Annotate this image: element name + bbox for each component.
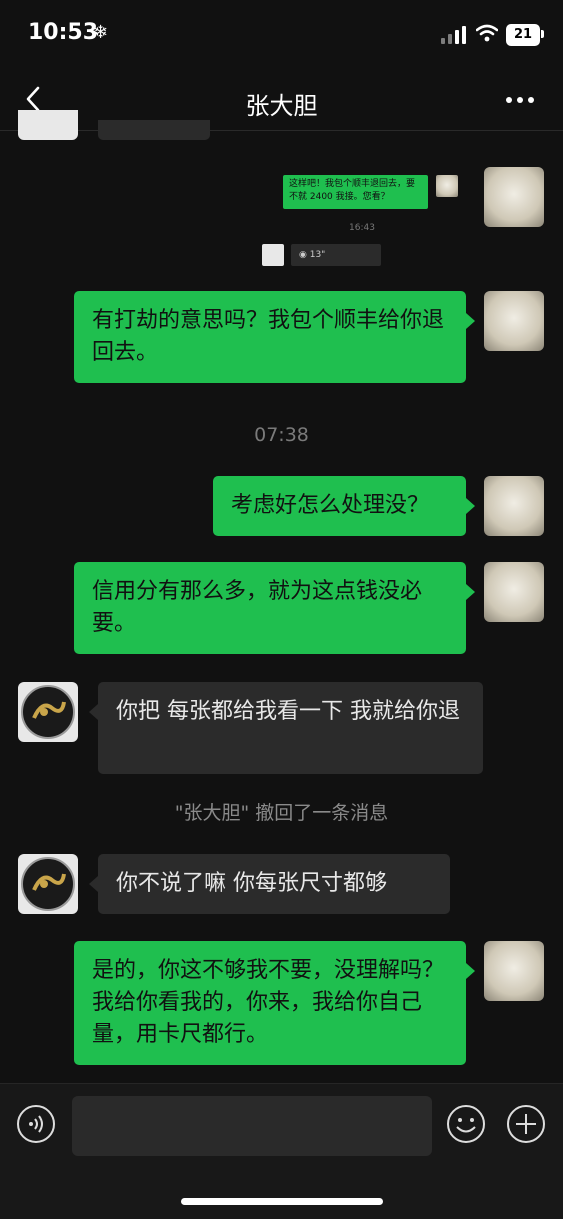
bubble-tail: [466, 313, 475, 329]
message-text: 你把 每张都给我看一下 我就给你退: [116, 699, 460, 724]
snowflake-icon: ❄: [93, 22, 109, 43]
recall-notice: "张大胆" 撤回了一条消息: [174, 802, 389, 824]
avatar-self[interactable]: [484, 167, 544, 227]
chat-title: 张大胆: [245, 92, 318, 120]
battery-tip: [541, 30, 544, 38]
plus-icon[interactable]: [506, 1104, 546, 1144]
more-dots-icon[interactable]: [500, 88, 540, 112]
quoted-voice-message: ◉ 13": [291, 244, 381, 266]
chat-header: 张大胆: [0, 70, 563, 131]
battery-indicator: 21: [506, 24, 540, 46]
quoted-contact-avatar: [262, 244, 284, 266]
status-time: 10:53: [28, 20, 99, 45]
message-bubble-partial: [98, 120, 210, 140]
message-text: 信用分有那么多，就为这点钱没必要。: [92, 579, 423, 636]
message-bubble-outgoing[interactable]: 信用分有那么多，就为这点钱没必要。: [74, 562, 466, 654]
quoted-message-bubble: 这样吧！我包个顺丰退回去，要不就 2400 我接。您看？: [283, 175, 428, 209]
message-bubble-incoming[interactable]: 你把 每张都给我看一下 我就给你退: [98, 682, 483, 774]
avatar-contact[interactable]: [18, 110, 78, 140]
quoted-timestamp: 16:43: [349, 223, 375, 233]
status-bar: 10:53 ❄ 21: [0, 0, 563, 70]
wifi-icon: [476, 24, 498, 42]
avatar-contact[interactable]: [18, 682, 78, 742]
message-bubble-outgoing[interactable]: 是的，你这不够我不要，没理解吗？我给你看我的，你来，我给你自己量，用卡尺都行。: [74, 941, 466, 1065]
quoted-avatar: [436, 175, 458, 197]
bubble-tail: [89, 876, 98, 892]
quoted-message-text: 这样吧！我包个顺丰退回去，要不就 2400 我接。您看？: [289, 179, 416, 202]
chat-timestamp: 07:38: [254, 424, 309, 446]
avatar-self[interactable]: [484, 291, 544, 351]
coin-icon: [21, 857, 75, 911]
message-text: 有打劫的意思吗？我包个顺丰给你退回去。: [92, 308, 445, 365]
bubble-tail: [89, 704, 98, 720]
bubble-tail: [466, 584, 475, 600]
voice-input-icon[interactable]: [16, 1104, 56, 1144]
signal-icon: [441, 26, 469, 44]
avatar-self[interactable]: [484, 562, 544, 622]
message-bubble-outgoing[interactable]: 有打劫的意思吗？我包个顺丰给你退回去。: [74, 291, 466, 383]
home-indicator[interactable]: [181, 1198, 383, 1205]
quoted-voice-duration: 13": [309, 250, 326, 260]
message-bubble-outgoing[interactable]: 考虑好怎么处理没？: [213, 476, 466, 536]
coin-icon: [21, 685, 75, 739]
emoji-icon[interactable]: [446, 1104, 486, 1144]
message-input[interactable]: [72, 1096, 432, 1156]
bubble-tail: [466, 963, 475, 979]
message-text: 考虑好怎么处理没？: [231, 493, 430, 518]
bubble-tail: [466, 498, 475, 514]
avatar-self[interactable]: [484, 941, 544, 1001]
avatar-contact[interactable]: [18, 854, 78, 914]
avatar-self[interactable]: [484, 476, 544, 536]
message-bubble-incoming[interactable]: 你不说了嘛 你每张尺寸都够: [98, 854, 450, 914]
voice-icon: ◉: [299, 250, 307, 260]
message-text: 是的，你这不够我不要，没理解吗？我给你看我的，你来，我给你自己量，用卡尺都行。: [92, 958, 445, 1047]
message-text: 你不说了嘛 你每张尺寸都够: [116, 871, 387, 896]
